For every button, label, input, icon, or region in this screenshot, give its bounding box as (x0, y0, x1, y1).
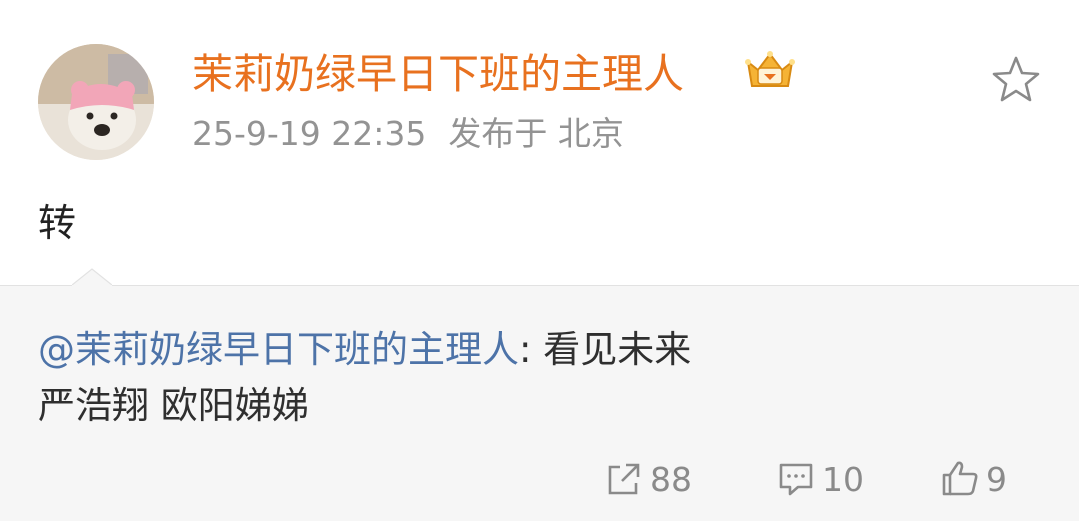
repost-text-line2: 严浩翔 欧阳娣娣 (38, 384, 309, 427)
post-time: 25-9-19 22:35 (192, 114, 427, 153)
thumbs-up-icon (942, 461, 978, 496)
avatar[interactable] (38, 44, 154, 160)
share-button[interactable]: 88 (604, 454, 692, 504)
like-button[interactable]: 9 (940, 454, 1007, 504)
comment-icon (779, 463, 813, 496)
star-outline-icon[interactable] (990, 54, 1042, 104)
post-text: 转 (38, 201, 77, 245)
username[interactable]: 茉莉奶绿早日下班的主理人 (192, 48, 684, 100)
share-icon (608, 463, 640, 495)
dog-avatar-icon (38, 44, 154, 160)
vip-crown-icon[interactable] (742, 48, 798, 92)
repost-pointer (72, 268, 112, 288)
repost-text-line1: @茉莉奶绿早日下班的主理人: 看见未来 (38, 325, 691, 375)
like-count: 9 (986, 459, 1007, 499)
share-count: 88 (650, 459, 692, 499)
comment-count: 10 (822, 459, 864, 499)
post-location: 发布于 北京 (448, 114, 624, 153)
repost-separator: : (519, 328, 544, 371)
comment-button[interactable]: 10 (776, 454, 864, 504)
post-meta: 25-9-19 22:35 发布于 北京 (192, 112, 624, 156)
repost-text: 看见未来 (543, 328, 692, 371)
repost-mention[interactable]: @茉莉奶绿早日下班的主理人 (38, 328, 519, 371)
